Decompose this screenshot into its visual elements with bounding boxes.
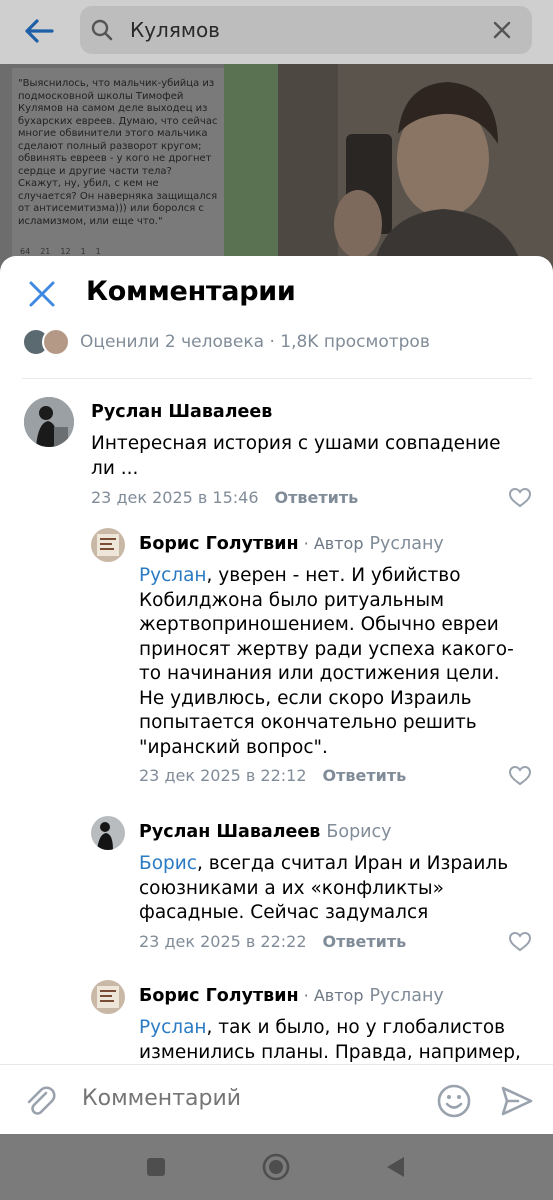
divider xyxy=(22,378,532,379)
reply-button[interactable]: Ответить xyxy=(323,932,407,951)
comments-sheet: Комментарии Оценили 2 человека · 1,8K пр… xyxy=(0,256,553,1134)
comment-reply: Борис Голутвин · Автор Руслану Руслан, ув… xyxy=(0,524,553,794)
back-arrow-icon[interactable] xyxy=(22,16,56,46)
author-role: · Автор xyxy=(298,986,364,1005)
search-query[interactable]: Кулямов xyxy=(130,18,220,42)
mention-link[interactable]: Руслан xyxy=(139,565,207,586)
mention-link[interactable]: Борис xyxy=(139,853,197,874)
reply-to[interactable]: Борису xyxy=(326,822,391,842)
comment-list: Руслан Шавалеев Интересная история с уша… xyxy=(0,384,553,1064)
comment-date: 23 дек 2025 в 15:46 xyxy=(91,488,259,507)
search-icon xyxy=(91,19,113,41)
paperclip-icon[interactable] xyxy=(22,1083,58,1119)
smile-icon[interactable] xyxy=(436,1083,472,1119)
heart-icon[interactable] xyxy=(509,766,531,786)
avatar[interactable] xyxy=(91,528,125,562)
comment-date: 23 дек 2025 в 22:12 xyxy=(139,766,307,785)
sheet-title: Комментарии xyxy=(86,276,296,307)
comment-author[interactable]: Руслан Шавалеев Борису xyxy=(139,822,392,842)
comment-text: Руслан, так и было, но у глобалистов изм… xyxy=(139,1016,534,1064)
author-name[interactable]: Борис Голутвин xyxy=(139,534,299,554)
search-field[interactable]: Кулямов xyxy=(80,6,532,54)
quote-text: "Выяснилось, что мальчик-убийца из подмо… xyxy=(18,78,218,227)
stats-text: Оценили 2 человека · 1,8K просмотров xyxy=(80,332,430,352)
search-header: Кулямов xyxy=(0,0,553,64)
author-role: · Автор xyxy=(298,534,364,553)
comment-reply: Руслан Шавалеев Борису Борис, всегда счит… xyxy=(0,810,553,952)
comment-meta: 23 дек 2025 в 22:12 Ответить xyxy=(139,766,406,785)
avatar[interactable] xyxy=(91,816,125,850)
reply-button[interactable]: Ответить xyxy=(323,766,407,785)
mention-link[interactable]: Руслан xyxy=(139,1017,207,1038)
comment-composer xyxy=(0,1064,553,1134)
comment-date: 23 дек 2025 в 22:22 xyxy=(139,932,307,951)
selfie-photo xyxy=(278,64,553,270)
reply-button[interactable]: Ответить xyxy=(275,488,359,507)
send-icon[interactable] xyxy=(500,1085,534,1117)
comment-body: , уверен - нет. И убийство Кобилджона бы… xyxy=(139,565,514,758)
clear-icon[interactable] xyxy=(490,18,514,42)
close-icon[interactable] xyxy=(24,276,60,312)
comment-text: Интересная история с ушами совпадение ли… xyxy=(91,433,501,479)
comment-author[interactable]: Борис Голутвин · Автор Руслану xyxy=(139,986,444,1006)
comment-author[interactable]: Борис Голутвин · Автор Руслану xyxy=(139,534,444,554)
heart-icon[interactable] xyxy=(509,488,531,508)
avatar[interactable] xyxy=(91,980,125,1014)
home-icon[interactable] xyxy=(261,1152,291,1182)
comment-text: Руслан, уверен - нет. И убийство Кобилдж… xyxy=(139,564,519,760)
comment: Руслан Шавалеев Интересная история с уша… xyxy=(0,384,553,514)
reply-to[interactable]: Руслану xyxy=(370,534,444,554)
recents-icon[interactable] xyxy=(144,1155,168,1179)
image-edge xyxy=(224,64,278,270)
comment-meta: 23 дек 2025 в 22:22 Ответить xyxy=(139,932,406,951)
system-nav-bar xyxy=(0,1134,553,1200)
comment-author[interactable]: Руслан Шавалеев xyxy=(91,402,272,422)
liker-avatar xyxy=(42,328,70,356)
post-stats[interactable]: Оценили 2 человека · 1,8K просмотров xyxy=(22,328,430,356)
heart-icon[interactable] xyxy=(509,932,531,952)
author-name[interactable]: Руслан Шавалеев xyxy=(139,822,320,842)
comment-text: Борис, всегда считал Иран и Израиль союз… xyxy=(139,852,529,926)
back-icon[interactable] xyxy=(384,1155,408,1179)
avatar[interactable] xyxy=(24,397,74,447)
author-name[interactable]: Борис Голутвин xyxy=(139,986,299,1006)
post-media: "Выяснилось, что мальчик-убийца из подмо… xyxy=(0,64,553,270)
reply-to[interactable]: Руслану xyxy=(370,986,444,1006)
quote-image: "Выяснилось, что мальчик-убийца из подмо… xyxy=(12,68,224,264)
comment-meta: 23 дек 2025 в 15:46 Ответить xyxy=(91,488,358,507)
comment-reply: Борис Голутвин · Автор Руслану Руслан, та… xyxy=(0,976,553,1064)
comment-input[interactable] xyxy=(80,1085,424,1112)
